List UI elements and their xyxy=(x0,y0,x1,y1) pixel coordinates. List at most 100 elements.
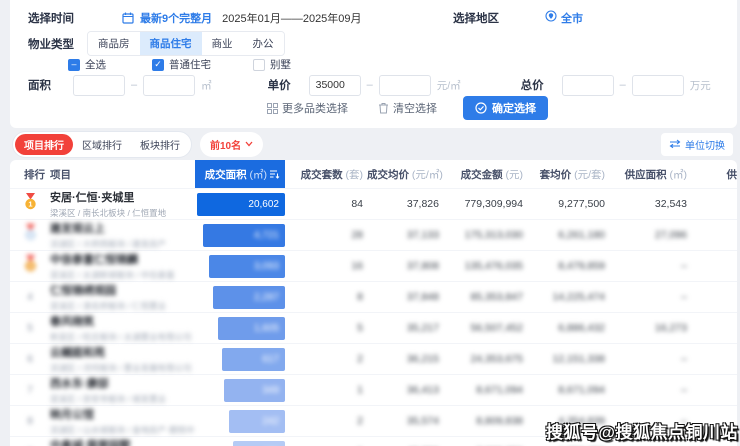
svg-text:2: 2 xyxy=(28,231,32,240)
range-inputs-row: 面积 – ㎡ 单价 – 元/㎡ 总价 – 万元 xyxy=(10,74,737,96)
svg-text:3: 3 xyxy=(28,262,32,271)
project-location: 梁溪区 / 太湖新城板块 / 中信泰富 xyxy=(50,269,195,281)
sets-value: 5 xyxy=(285,322,367,334)
col-header-avg-price[interactable]: 成交均价 (元/㎡) xyxy=(367,167,443,182)
amount-value: 135,476,035 xyxy=(443,260,527,272)
checkbox-empty-icon xyxy=(253,59,265,71)
project-name: 中奥城·翡翠园墅 xyxy=(50,437,195,446)
project-location: 滨湖区 / 河埒板块 / 置业发展有限公司 xyxy=(50,362,195,374)
area-bar: 176 xyxy=(233,441,285,446)
area-value: 3,093 xyxy=(254,261,279,272)
avg-price-value: 37,808 xyxy=(367,260,443,272)
rank-number: 6 xyxy=(27,354,33,365)
region-label: 选择地区 xyxy=(453,10,499,26)
area-value: 1,605 xyxy=(254,323,279,334)
col-header-project: 项目 xyxy=(50,167,195,182)
unit-price-min-input[interactable] xyxy=(309,75,361,96)
avg-price-value: 36,215 xyxy=(367,353,443,365)
area-bar: 4,721 xyxy=(203,224,285,247)
table-row[interactable]: 5 春风晓筑 新吴区 / 旺庄板块 / 太湖置业有限公司 1,605 5 35,… xyxy=(10,312,737,343)
avg-price-value: 35,574 xyxy=(367,415,443,427)
clear-selection-button[interactable]: 清空选择 xyxy=(378,100,437,116)
table-row[interactable]: 4 仁恒锦绣观园 梁溪区 / 清名桥板块 / 仁恒置业 2,287 8 37,8… xyxy=(10,281,737,312)
table-row[interactable]: 7 西水东·康邸 梁溪区 / 崇安寺板块 / 城发置业 349 1 36,413… xyxy=(10,374,737,405)
amount-value: 8,671,094 xyxy=(443,384,527,396)
date-range-value[interactable]: 2025年01月——2025年09月 xyxy=(222,10,361,26)
total-price-min-input[interactable] xyxy=(562,75,614,96)
area-bar-cell: 349 xyxy=(195,379,285,402)
amount-value: 24,353,675 xyxy=(443,353,527,365)
supply-value: – xyxy=(609,260,691,272)
tab-region-ranking[interactable]: 区域排行 xyxy=(73,134,131,155)
watermark: 搜狐号@搜狐焦点铜川站 xyxy=(546,418,738,443)
avg-price-value: 37,848 xyxy=(367,291,443,303)
subtype-checkbox-row: – 全选 ✓ 普通住宅 别墅 xyxy=(10,57,737,72)
sets-value: 8 xyxy=(285,291,367,303)
top-n-dropdown[interactable]: 前10名 xyxy=(200,132,263,157)
avg-per-set-value: 6,261,180 xyxy=(527,229,609,241)
sets-value: 16 xyxy=(285,260,367,272)
tab-office[interactable]: 办公 xyxy=(243,32,284,55)
tab-residential[interactable]: 商品住宅 xyxy=(140,32,202,55)
region-value[interactable]: 全市 xyxy=(561,10,583,26)
col-header-sets[interactable]: 成交套数 (套) xyxy=(285,167,367,182)
area-bar-cell: 242 xyxy=(195,410,285,433)
more-category-button[interactable]: 更多品类选择 xyxy=(267,100,348,116)
time-label: 选择时间 xyxy=(28,10,74,26)
total-price-max-input[interactable] xyxy=(632,75,684,96)
table-row[interactable]: 3 3 中信泰富仁恒锦麟 梁溪区 / 太湖新城板块 / 中信泰富 3,093 1… xyxy=(10,250,737,281)
area-value: 2,287 xyxy=(254,292,279,303)
medal-icon: 1 xyxy=(23,193,38,215)
tab-commercial-housing[interactable]: 商品房 xyxy=(88,32,140,55)
project-name: 中信泰富仁恒锦麟 xyxy=(50,251,195,267)
unit-price-unit: 元/㎡ xyxy=(437,78,461,93)
avg-per-set-value: 12,151,338 xyxy=(527,353,609,365)
col-header-supply-area[interactable]: 供应面积 (㎡) xyxy=(609,167,691,182)
area-value: 349 xyxy=(262,385,279,396)
project-name: 西水东·康邸 xyxy=(50,375,195,391)
confirm-selection-button[interactable]: 确定选择 xyxy=(463,96,548,120)
project-location: 梁溪区 / 崇安寺板块 / 城发置业 xyxy=(50,393,195,405)
avg-per-set-value: 14,225,474 xyxy=(527,291,609,303)
area-bar: 2,287 xyxy=(213,286,285,309)
project-location: 梁溪区 / 清名桥板块 / 仁恒置业 xyxy=(50,300,195,312)
ranking-table-panel: 排行 项目 成交面积 (㎡) 成交套数 (套) 成交均价 (元/㎡) 成交金额 … xyxy=(10,160,737,446)
sort-icon xyxy=(270,170,280,179)
area-value: 242 xyxy=(262,416,279,427)
col-header-area-sorted[interactable]: 成交面积 (㎡) xyxy=(195,160,285,188)
rank-number: 5 xyxy=(27,323,33,334)
project-location: 滨湖区 / 大桥西板块 / 建发房产 xyxy=(50,238,195,250)
amount-value: 175,313,030 xyxy=(443,229,527,241)
amount-value: 56,507,452 xyxy=(443,322,527,334)
tab-block-ranking[interactable]: 板块排行 xyxy=(131,134,189,155)
col-header-avg-per-set[interactable]: 套均价 (元/套) xyxy=(527,167,609,182)
area-max-input[interactable] xyxy=(143,75,195,96)
avg-per-set-value: 8,479,859 xyxy=(527,260,609,272)
unit-switch-button[interactable]: 单位切换 xyxy=(661,133,733,156)
area-bar: 242 xyxy=(229,410,285,433)
chevron-down-icon xyxy=(245,141,253,147)
area-bar-cell: 1,605 xyxy=(195,317,285,340)
col-header-amount[interactable]: 成交金额 (元) xyxy=(443,167,527,182)
unit-price-label: 单价 xyxy=(268,77,291,93)
table-row[interactable]: 6 云樾庭和苑 滨湖区 / 河埒板块 / 置业发展有限公司 617 2 36,2… xyxy=(10,343,737,374)
supply-value: – xyxy=(609,353,691,365)
tab-business[interactable]: 商业 xyxy=(202,32,243,55)
checkbox-villa[interactable]: 别墅 xyxy=(253,57,291,72)
checkbox-select-all[interactable]: – 全选 xyxy=(68,57,106,72)
latest-months-link[interactable]: 最新9个完整月 xyxy=(140,10,212,26)
sets-value: 1 xyxy=(285,384,367,396)
total-price-label: 总价 xyxy=(521,77,544,93)
amount-value: 85,353,847 xyxy=(443,291,527,303)
rank-number: 7 xyxy=(27,385,33,396)
unit-price-max-input[interactable] xyxy=(379,75,431,96)
table-row[interactable]: 2 2 建发观云上 滨湖区 / 大桥西板块 / 建发房产 4,721 28 37… xyxy=(10,219,737,250)
area-min-input[interactable] xyxy=(73,75,125,96)
avg-price-value: 37,133 xyxy=(367,229,443,241)
avg-per-set-value: 8,671,094 xyxy=(527,384,609,396)
checkbox-normal-residence[interactable]: ✓ 普通住宅 xyxy=(152,57,211,72)
tab-project-ranking[interactable]: 项目排行 xyxy=(15,134,73,155)
avg-per-set-value: 6,886,432 xyxy=(527,322,609,334)
table-row[interactable]: 1 1 安居·仁恒·夹城里 梁溪区 / 南长北板块 / 仁恒置地 20,602 … xyxy=(10,188,737,219)
project-name: 仁恒锦绣观园 xyxy=(50,282,195,298)
